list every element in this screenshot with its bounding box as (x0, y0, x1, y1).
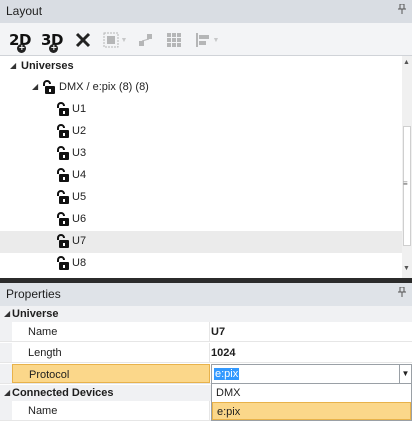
tree-item-u2[interactable]: U2 (0, 121, 402, 143)
tree-item-u3[interactable]: U3 (0, 143, 402, 165)
tree-item-u6[interactable]: U6 (0, 209, 402, 231)
tree-group-dmx[interactable]: ◢ DMX / e:pix (8) (8) (0, 77, 402, 99)
tree-item-label: U8 (72, 257, 87, 269)
category-label: Universe (12, 308, 59, 320)
chevron-down-icon[interactable]: ▼ (399, 365, 411, 383)
tree-item-label: U6 (72, 213, 87, 225)
delete-button[interactable] (72, 27, 94, 53)
category-universe[interactable]: ◢ Universe (0, 306, 412, 322)
tree-root-label: Universes (21, 60, 74, 72)
universe-tree: ◢ Universes ◢ DMX / e:pix (8) (8) U1 U2 … (0, 56, 402, 278)
pin-icon[interactable] (398, 3, 406, 17)
tree-group-label: DMX / e:pix (8) (8) (59, 81, 149, 93)
tree-root-universes[interactable]: ◢ Universes (0, 56, 402, 78)
expanded-arrow-icon[interactable]: ◢ (32, 82, 38, 91)
distribute-icon (139, 34, 152, 46)
dropdown-option-epix[interactable]: e:pix (212, 402, 411, 420)
properties-panel-title: Properties (0, 283, 412, 306)
chevron-down-icon: ▼ (212, 36, 220, 44)
align-button[interactable]: ▼ (192, 27, 222, 53)
unlock-icon (57, 124, 69, 138)
property-value[interactable]: U7 (211, 326, 225, 338)
tree-item-u8[interactable]: U8 (0, 253, 402, 275)
add-3d-button[interactable]: 3D + (38, 27, 66, 53)
tree-item-label: U2 (72, 125, 87, 137)
tree-scrollbar[interactable]: ▲ ≡ ▼ (402, 56, 412, 278)
protocol-dropdown-list: DMX e:pix (211, 383, 412, 421)
property-protocol[interactable]: Protocol e:pix ▼ (0, 364, 412, 384)
add-2d-button[interactable]: 2D + (6, 27, 34, 53)
chevron-down-icon: ▼ (120, 36, 128, 44)
distribute-button[interactable] (136, 27, 156, 53)
tree-item-u7[interactable]: U7 (0, 231, 402, 253)
properties-title-text: Properties (6, 287, 61, 301)
expanded-arrow-icon[interactable]: ◢ (4, 388, 10, 397)
dropdown-option-dmx[interactable]: DMX (212, 384, 411, 402)
tree-item-u1[interactable]: U1 (0, 99, 402, 121)
grid-layout-button[interactable]: ▼ (100, 27, 130, 53)
grip-icon: ≡ (403, 179, 408, 188)
matrix-button[interactable] (164, 27, 184, 53)
unlock-icon (43, 80, 55, 94)
property-length[interactable]: Length 1024 (0, 343, 412, 363)
property-value[interactable]: 1024 (211, 347, 235, 359)
property-name[interactable]: Name U7 (0, 322, 412, 342)
tree-item-u4[interactable]: U4 (0, 165, 402, 187)
matrix-icon (167, 33, 181, 47)
scroll-up-arrow-icon[interactable]: ▲ (403, 59, 410, 66)
layout-toolbar: 2D + 3D + ▼ ▼ (0, 23, 412, 56)
protocol-select[interactable]: e:pix ▼ (211, 364, 412, 384)
property-label: Name (12, 401, 210, 420)
plus-icon: + (49, 43, 59, 53)
unlock-icon (57, 146, 69, 160)
plus-icon: + (17, 43, 27, 53)
align-icon (195, 33, 209, 47)
grid-dotted-icon (103, 32, 119, 48)
property-label: Protocol (12, 364, 210, 383)
tree-item-label: U4 (72, 169, 87, 181)
tree-item-label: U1 (72, 103, 87, 115)
tree-item-u5[interactable]: U5 (0, 187, 402, 209)
pin-icon[interactable] (398, 286, 406, 300)
unlock-icon (57, 168, 69, 182)
close-icon (75, 32, 91, 48)
scroll-down-arrow-icon[interactable]: ▼ (403, 265, 410, 272)
tree-item-label: U5 (72, 191, 87, 203)
unlock-icon (57, 234, 69, 248)
unlock-icon (57, 190, 69, 204)
unlock-icon (57, 256, 69, 270)
layout-panel-title: Layout (0, 0, 412, 23)
unlock-icon (57, 102, 69, 116)
category-label: Connected Devices (12, 387, 114, 399)
property-label: Length (12, 343, 210, 362)
tree-item-label: U3 (72, 147, 87, 159)
expanded-arrow-icon[interactable]: ◢ (4, 309, 10, 318)
expanded-arrow-icon[interactable]: ◢ (10, 61, 16, 70)
property-label: Name (12, 322, 210, 341)
tree-item-label: U7 (72, 235, 87, 247)
unlock-icon (57, 212, 69, 226)
layout-title-text: Layout (6, 4, 43, 18)
protocol-selected-text[interactable]: e:pix (214, 368, 240, 380)
